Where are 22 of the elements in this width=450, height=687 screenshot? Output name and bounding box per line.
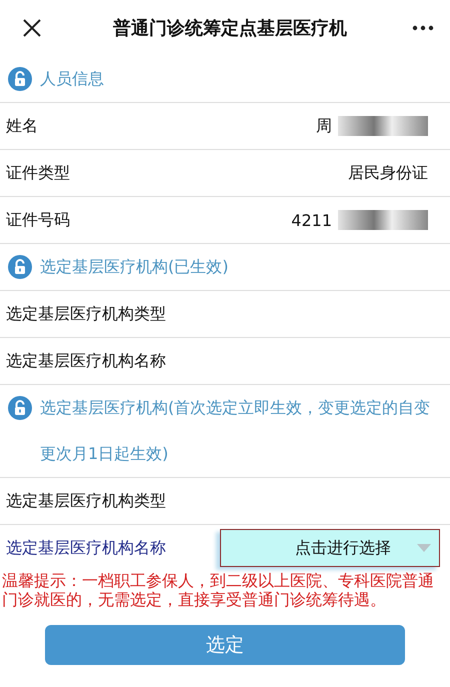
page-title: 普通门诊统筹定点基层医疗机 <box>112 17 348 40</box>
caret-icon <box>417 544 431 552</box>
section-title: 人员信息 <box>40 68 104 90</box>
field-value: 4211 <box>291 210 332 230</box>
lock-icon <box>8 67 32 91</box>
more-icon[interactable] <box>412 25 434 31</box>
notice-text: 温馨提示：一档职工参保人，到二级以上医院、专科医院普通门诊就医的，无需选定，直接享受普通门诊统筹待遇。 <box>1 571 435 609</box>
field-label: 选定基层医疗机构名称 <box>6 350 166 372</box>
field-value: 周 <box>316 116 332 136</box>
lock-icon <box>8 396 32 420</box>
close-icon[interactable] <box>22 18 42 38</box>
field-label: 证件类型 <box>6 162 70 184</box>
section-title: 选定基层医疗机构(已生效) <box>40 256 228 278</box>
select-dropdown[interactable]: 点击进行选择 <box>220 529 440 567</box>
lock-icon <box>8 255 32 279</box>
field-label: 选定基层医疗机构名称 <box>6 538 166 558</box>
field-label: 选定基层医疗机构类型 <box>6 304 166 324</box>
section-title: 选定基层医疗机构(首次选定立即生效，变更选定的自变更次月1日起生效) <box>40 397 432 465</box>
field-value: 居民身份证 <box>348 162 428 184</box>
field-label: 证件号码 <box>6 210 70 230</box>
field-label: 姓名 <box>6 116 38 136</box>
field-label: 选定基层医疗机构类型 <box>6 490 166 512</box>
